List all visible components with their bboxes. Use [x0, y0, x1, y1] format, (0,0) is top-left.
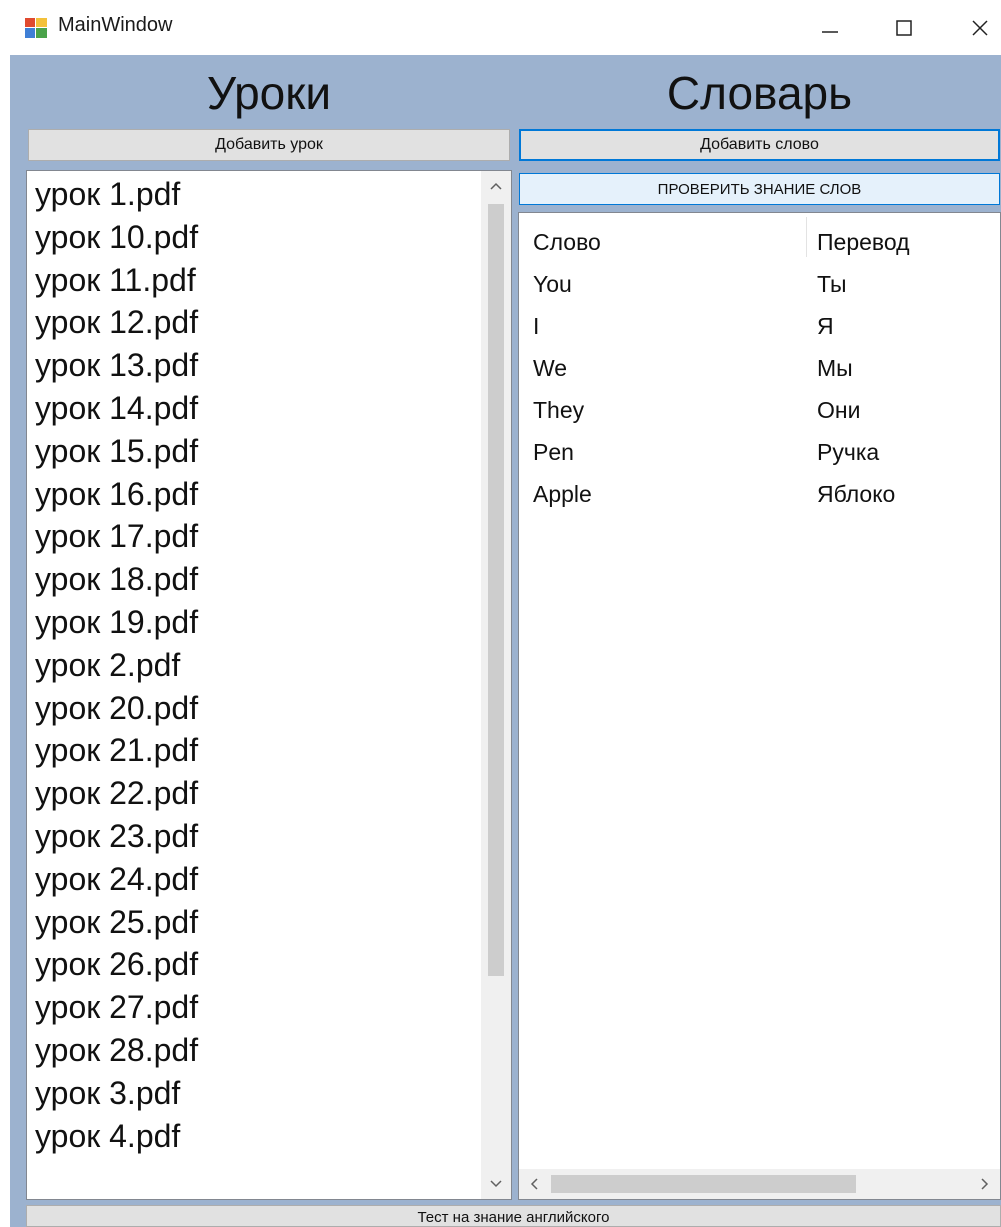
horizontal-scroll-thumb[interactable]	[551, 1175, 856, 1193]
list-item[interactable]: урок 14.pdf	[35, 387, 198, 430]
list-item[interactable]: урок 27.pdf	[35, 986, 198, 1029]
cell-translation: Яблоко	[817, 481, 896, 507]
chevron-up-icon	[490, 182, 502, 190]
list-item[interactable]: урок 25.pdf	[35, 901, 198, 944]
title-bar: MainWindow	[0, 0, 1001, 55]
cell-translation: Ручка	[817, 439, 880, 465]
list-item[interactable]: урок 17.pdf	[35, 515, 198, 558]
vertical-scrollbar[interactable]	[481, 171, 511, 1199]
cell-word: Apple	[533, 481, 592, 507]
cell-word: We	[533, 355, 568, 381]
add-word-button[interactable]: Добавить слово	[519, 129, 1000, 161]
cell-translation: Они	[817, 397, 861, 423]
list-item[interactable]: урок 15.pdf	[35, 430, 198, 473]
list-item[interactable]: урок 16.pdf	[35, 473, 198, 516]
list-item[interactable]: урок 13.pdf	[35, 344, 198, 387]
list-item[interactable]: урок 19.pdf	[35, 601, 198, 644]
lessons-heading: Уроки	[206, 67, 332, 119]
scroll-right-button[interactable]	[970, 1169, 1000, 1199]
list-item[interactable]: урок 10.pdf	[35, 216, 198, 259]
dictionary-table[interactable]: Слово Перевод You Ты I Я We Мы They Они Pen Ручка…	[518, 212, 1001, 1200]
minimize-icon	[822, 30, 838, 33]
cell-word: You	[533, 271, 572, 297]
check-words-button[interactable]: ПРОВЕРИТЬ ЗНАНИЕ СЛОВ	[519, 173, 1000, 205]
lessons-listbox[interactable]: урок 1.pdf урок 10.pdf урок 11.pdf урок 12.…	[26, 170, 512, 1200]
list-item[interactable]: урок 24.pdf	[35, 858, 198, 901]
cell-word: I	[533, 313, 540, 339]
close-button[interactable]	[950, 0, 1001, 55]
column-header-translation[interactable]: Перевод	[817, 229, 910, 256]
chevron-left-icon	[530, 1178, 538, 1190]
cell-word: Pen	[533, 439, 574, 465]
cell-translation: Мы	[817, 355, 853, 381]
dictionary-heading: Словарь	[666, 67, 853, 119]
horizontal-scrollbar[interactable]	[519, 1169, 1000, 1199]
chevron-right-icon	[981, 1178, 989, 1190]
maximize-button[interactable]	[874, 0, 934, 55]
list-item[interactable]: урок 4.pdf	[35, 1115, 198, 1158]
list-item[interactable]: урок 1.pdf	[35, 173, 198, 216]
minimize-button[interactable]	[800, 0, 860, 55]
list-item[interactable]: урок 28.pdf	[35, 1029, 198, 1072]
cell-word: They	[533, 397, 585, 423]
list-item[interactable]: урок 21.pdf	[35, 729, 198, 772]
english-test-button[interactable]: Тест на знание английского	[26, 1205, 1001, 1227]
cell-translation: Я	[817, 313, 834, 339]
window-title: MainWindow	[58, 14, 173, 36]
list-item[interactable]: урок 2.pdf	[35, 644, 198, 687]
column-header-word[interactable]: Слово	[533, 229, 601, 256]
chevron-down-icon	[490, 1180, 502, 1188]
maximize-icon	[896, 19, 912, 36]
list-item[interactable]: урок 3.pdf	[35, 1072, 198, 1115]
list-item[interactable]: урок 22.pdf	[35, 772, 198, 815]
close-icon	[972, 19, 988, 36]
scroll-up-button[interactable]	[481, 171, 511, 201]
vertical-scroll-thumb[interactable]	[488, 204, 504, 976]
list-item[interactable]: урок 23.pdf	[35, 815, 198, 858]
cell-translation: Ты	[817, 271, 847, 297]
lessons-list: урок 1.pdf урок 10.pdf урок 11.pdf урок 12.…	[35, 173, 198, 1157]
app-window-icon	[25, 18, 47, 38]
column-separator[interactable]	[806, 217, 807, 257]
list-item[interactable]: урок 18.pdf	[35, 558, 198, 601]
add-lesson-button[interactable]: Добавить урок	[28, 129, 510, 161]
list-item[interactable]: урок 26.pdf	[35, 943, 198, 986]
list-item[interactable]: урок 20.pdf	[35, 687, 198, 730]
list-item[interactable]: урок 12.pdf	[35, 301, 198, 344]
list-item[interactable]: урок 11.pdf	[35, 259, 198, 302]
scroll-down-button[interactable]	[481, 1169, 511, 1199]
scroll-left-button[interactable]	[519, 1169, 549, 1199]
